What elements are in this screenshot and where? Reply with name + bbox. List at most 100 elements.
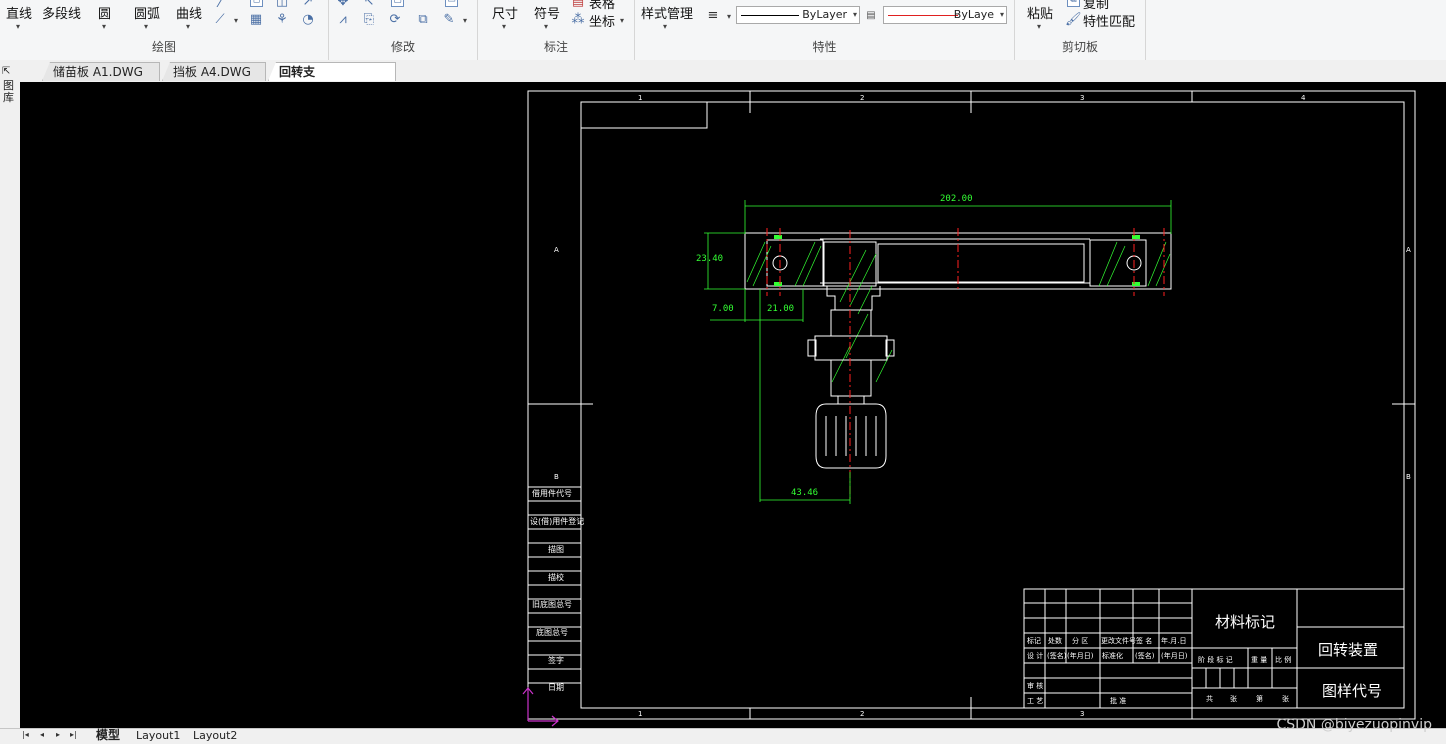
properties-group-label: 特性 (812, 40, 837, 54)
paste-button[interactable]: 粘贴 (1027, 3, 1053, 22)
lineweight-preview (888, 15, 958, 16)
side-table-cell: 描图 (548, 544, 564, 554)
last-layout-icon[interactable]: ▸| (70, 730, 77, 739)
first-layout-icon[interactable]: |◂ (22, 730, 29, 739)
move-icon[interactable]: ✥ (335, 0, 351, 10)
hatch-icon[interactable]: ▦ (248, 12, 264, 28)
circle-dropdown-icon[interactable]: ▾ (102, 22, 106, 31)
role-label: 审 核 (1027, 681, 1043, 690)
edit-icon[interactable]: ✎ (441, 12, 457, 28)
tab-document-2[interactable]: 挡板 A4.DWG (162, 62, 266, 81)
rev-header: 年.月.日 (1161, 636, 1186, 645)
lineweight-icon[interactable]: ≡ (705, 8, 721, 24)
library-panel-label[interactable]: 图库 (3, 80, 15, 104)
ribbon-group-clipboard: 粘贴 ▾ ⧉ 复制 🖌 特性匹配 剪切板 (1015, 0, 1146, 60)
dimension-height: 23.40 (696, 254, 723, 264)
copy-icon[interactable]: ⧉ (1067, 0, 1080, 7)
line-dropdown-icon[interactable]: ▾ (16, 22, 20, 31)
mirror-icon[interactable]: ▭ (445, 0, 458, 7)
tab-model[interactable]: 模型 (92, 728, 124, 742)
construction-line-icon[interactable]: ⁄ (212, 0, 228, 12)
symbol-button[interactable]: 符号 (534, 3, 560, 22)
curve-button[interactable]: 曲线 (176, 3, 202, 22)
zone-label-side-a-left: A (554, 246, 559, 254)
coordinate-dropdown-icon[interactable]: ▾ (620, 16, 624, 25)
table-icon[interactable]: ▤ (570, 0, 586, 10)
rev-header: 标记 (1027, 636, 1041, 645)
dimension-offset-a: 7.00 (712, 304, 734, 314)
tab-document-3[interactable]: 回转支撑.DWG× (268, 62, 396, 81)
dimension-overall-width: 202.00 (940, 194, 973, 204)
ray-dropdown-icon[interactable]: ▾ (234, 16, 238, 25)
document-tab-bar: 储苗板 A1.DWG 挡板 A4.DWG 回转支撑.DWG× (0, 60, 1446, 83)
bearing-marker (774, 235, 782, 239)
stage-header: 重 量 (1251, 656, 1267, 664)
rotate-icon[interactable]: ⟳ (387, 12, 403, 28)
tab-layout1[interactable]: Layout1 (132, 729, 184, 743)
offset-icon[interactable]: ⎘ (361, 12, 377, 28)
sheet-label: 张 (1282, 694, 1289, 703)
ribbon-group-draw: 直线 ▾ 多段线 圆 ▾ 圆弧 ▾ 曲线 ▾ ⁄ ⟋ ▾ ◻ ▦ ◫ ⚘ ↗ ◔… (0, 0, 329, 60)
prev-layout-icon[interactable]: ◂ (40, 730, 44, 739)
curve-dropdown-icon[interactable]: ▾ (186, 22, 190, 31)
sheet-label: 第 (1256, 694, 1263, 703)
next-layout-icon[interactable]: ▸ (56, 730, 60, 739)
coordinate-button[interactable]: 坐标 (589, 11, 615, 30)
tab-document-1[interactable]: 储苗板 A1.DWG (42, 62, 160, 81)
tab-layout2[interactable]: Layout2 (189, 729, 241, 743)
trim-icon[interactable]: ↖ (361, 0, 377, 10)
lineweight-value: ByLaye (953, 8, 994, 21)
role-label: 批 准 (1110, 696, 1126, 705)
zone-label-top-2: 2 (860, 94, 864, 102)
dimension-button[interactable]: 尺寸 (492, 3, 518, 22)
zone-label-side-a-right: A (1406, 246, 1411, 254)
paste-dropdown-icon[interactable]: ▾ (1037, 22, 1041, 31)
arc-dropdown-icon[interactable]: ▾ (144, 22, 148, 31)
ray-icon[interactable]: ⟋ (212, 12, 228, 28)
tab-label: 储苗板 A1.DWG (53, 65, 143, 79)
block-icon[interactable]: ◫ (274, 0, 290, 10)
lineweight-combo[interactable]: ByLaye ▾ (883, 6, 1007, 24)
lineweight-menu-icon[interactable]: ▾ (727, 12, 731, 21)
region-icon[interactable]: ⚘ (274, 12, 290, 28)
polyline-button[interactable]: 多段线 (42, 3, 81, 22)
rev-header: 处数 (1048, 636, 1062, 645)
style-manager-button[interactable]: 样式管理 (641, 3, 693, 22)
bearing-marker (774, 282, 782, 286)
match-properties-icon[interactable]: 🖌 (1065, 12, 1082, 28)
modify-dropdown-icon[interactable]: ▾ (463, 16, 467, 25)
stretch-icon[interactable]: ⩘ (335, 12, 351, 28)
ribbon-group-properties: 样式管理 ▾ ≡ ▾ ByLayer ▾ ▤ ByLaye ▾ 特性 (635, 0, 1015, 60)
side-table-cell: 签字 (548, 655, 564, 665)
rev-header: 更改文件号 (1101, 636, 1136, 645)
boundary-icon[interactable]: ◔ (300, 12, 316, 28)
frame-corner-box (580, 101, 708, 129)
symbol-dropdown-icon[interactable]: ▾ (544, 22, 548, 31)
spline-icon[interactable]: ↗ (300, 0, 316, 10)
ribbon-group-modify: ✥ ↖ ▢ ▭ ⩘ ⎘ ⟳ ⧉ ✎ ▾ 修改 (329, 0, 478, 60)
side-table-cell: 日期 (548, 683, 564, 692)
rectangle-icon[interactable]: ◻ (250, 0, 263, 7)
copy-object-icon[interactable]: ▢ (391, 0, 404, 7)
array-icon[interactable]: ⧉ (415, 12, 431, 28)
coordinate-icon[interactable]: ⁂ (570, 12, 586, 28)
style-manager-dropdown-icon[interactable]: ▾ (663, 22, 667, 31)
zone-label-top-1: 1 (638, 94, 642, 102)
sheet-label: 张 (1230, 694, 1237, 703)
match-properties-button[interactable]: 特性匹配 (1083, 11, 1135, 30)
linetype-combo[interactable]: ByLayer ▾ (736, 6, 860, 24)
circle-button[interactable]: 圆 (98, 3, 111, 22)
rev-sub: (签名) (1047, 651, 1067, 660)
side-table-cell: 描校 (548, 572, 564, 582)
arc-button[interactable]: 圆弧 (134, 3, 160, 22)
dimension-dropdown-icon[interactable]: ▾ (502, 22, 506, 31)
rev-sub: (签名) (1135, 651, 1155, 660)
line-button[interactable]: 直线 (6, 3, 32, 22)
zone-label-top-4: 4 (1301, 94, 1306, 102)
zone-label-top-3: 3 (1080, 94, 1084, 102)
library-toggle-icon[interactable]: ⇱ (2, 66, 10, 77)
drawing-canvas[interactable]: 1 2 3 4 1 2 3 A A B B 借用件代号 设(借)用件登记 描图 … (20, 82, 1446, 728)
stage-header: 阶 段 标 记 (1198, 655, 1233, 664)
line-pattern-icon[interactable]: ▤ (863, 8, 879, 24)
role-label: 工 艺 (1027, 697, 1043, 705)
